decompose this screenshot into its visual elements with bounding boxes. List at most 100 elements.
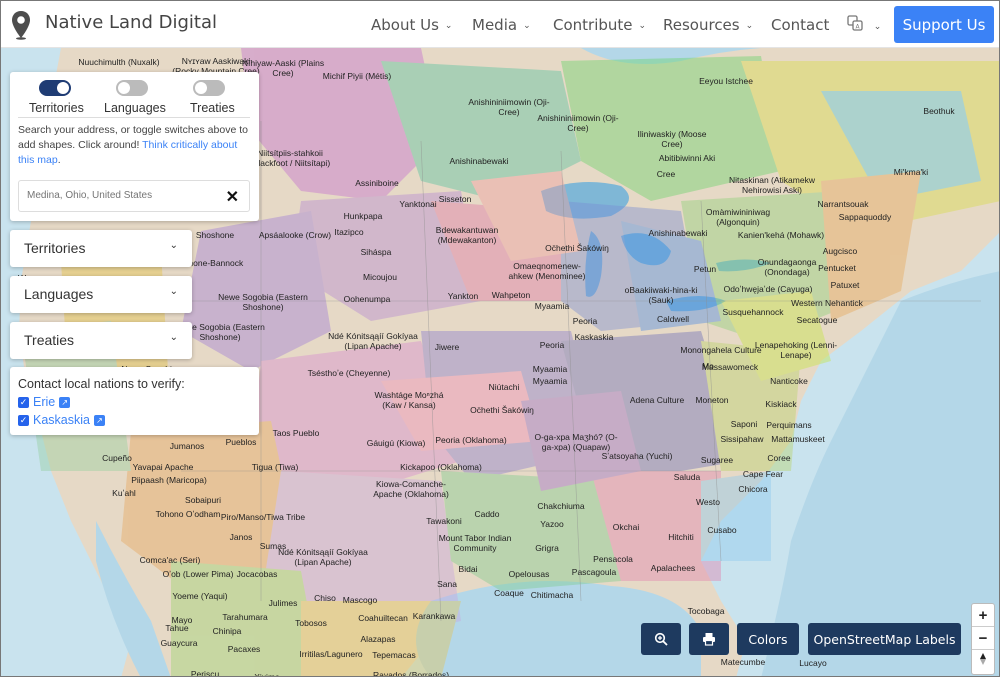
external-link-icon[interactable]: ↗ xyxy=(93,414,105,426)
territory-label[interactable]: Yoeme (Yaqui) xyxy=(172,591,227,601)
territory-label[interactable]: Jiwere xyxy=(435,342,460,352)
territory-label[interactable]: Tepemacas xyxy=(372,650,415,660)
checkbox[interactable]: ✓ xyxy=(18,414,29,426)
nav-about-us[interactable]: About Us ⌄ xyxy=(371,16,452,34)
territory-label[interactable]: Tocobaga xyxy=(688,606,725,616)
territory-label[interactable]: Iliniwaskiy (Moose Cree) xyxy=(627,129,717,149)
territory-label[interactable]: Ndé Kónitsąąíí Gokíyaa (Lipan Apache) xyxy=(328,331,418,351)
territory-label[interactable]: Kanien'kehá (Mohawk) xyxy=(738,230,824,240)
territory-label[interactable]: Westo xyxy=(696,497,720,507)
territory-label[interactable]: Grigra xyxy=(535,543,559,553)
territory-label[interactable]: Pascagoula xyxy=(572,567,616,577)
territory-label[interactable]: Lenapehoking (Lenni-Lenape) xyxy=(751,340,841,360)
territory-label[interactable]: Yavapai Apache xyxy=(133,462,194,472)
territory-label[interactable]: Guaycura xyxy=(161,638,198,648)
territory-label[interactable]: Yankton xyxy=(448,291,479,301)
territory-label[interactable]: Cupeño xyxy=(102,453,132,463)
territory-label[interactable]: Chitimacha xyxy=(531,590,574,600)
address-search-input[interactable] xyxy=(27,190,217,201)
territory-label[interactable]: Pentucket xyxy=(818,263,856,273)
territory-label[interactable]: Saluda xyxy=(674,472,700,482)
territory-label[interactable]: Chiso xyxy=(314,593,336,603)
territory-label[interactable]: Cape Fear xyxy=(743,469,783,479)
zoom-out-button[interactable]: − xyxy=(972,627,994,650)
territory-label[interactable]: Alazapas xyxy=(361,634,396,644)
support-us-button[interactable]: Support Us xyxy=(894,6,994,43)
nation-link[interactable]: Erie xyxy=(33,395,55,409)
territory-label[interactable]: Adena Culture xyxy=(630,395,684,405)
territory-label[interactable]: Kiskiack xyxy=(765,399,796,409)
nation-item-erie[interactable]: ✓ Erie ↗ xyxy=(18,395,71,409)
territory-label[interactable]: Mascogo xyxy=(343,595,378,605)
territory-label[interactable]: Anishinabewaki xyxy=(648,228,707,238)
nav-contact[interactable]: Contact xyxy=(771,16,829,34)
territory-label[interactable]: Bidai xyxy=(459,564,478,574)
checkbox[interactable]: ✓ xyxy=(18,396,29,408)
zoom-in-button[interactable]: + xyxy=(972,604,994,627)
territory-label[interactable]: Myaamia xyxy=(533,364,567,374)
territory-label[interactable]: Newe Sogobia (Eastern Shoshone) xyxy=(218,292,308,312)
territory-label[interactable]: Massawomeck xyxy=(702,362,758,372)
territory-label[interactable]: Perquimans xyxy=(766,420,811,430)
territory-label[interactable]: Periscu xyxy=(191,669,219,676)
translate-icon[interactable]: A ⌄ xyxy=(847,15,881,35)
brand-title[interactable]: Native Land Digital xyxy=(45,12,217,33)
territory-label[interactable]: Gáuigú (Kiowa) xyxy=(367,438,426,448)
territory-label[interactable]: Micoujou xyxy=(363,272,397,282)
territory-label[interactable]: Irritilas/Lagunero xyxy=(299,649,362,659)
territory-label[interactable]: Sissipahaw xyxy=(721,434,764,444)
territory-label[interactable]: Matecumbe xyxy=(721,657,765,667)
territory-label[interactable]: Lucayo xyxy=(799,658,826,668)
territory-label[interactable]: Opelousas xyxy=(509,569,550,579)
territory-label[interactable]: Pensacola xyxy=(593,554,633,564)
territory-label[interactable]: Saponi xyxy=(731,419,757,429)
territory-label[interactable]: Sisseton xyxy=(439,194,472,204)
territory-label[interactable]: Piipaash (Maricopa) xyxy=(131,475,207,485)
territory-label[interactable]: Xixime xyxy=(254,672,280,676)
territory-label[interactable]: Abitibiwinni Aki xyxy=(659,153,715,163)
territory-label[interactable]: Nanticoke xyxy=(770,376,808,386)
territory-label[interactable]: Kaskaskia xyxy=(575,332,614,342)
territory-label[interactable]: Janos xyxy=(230,532,253,542)
nav-contribute[interactable]: Contribute ⌄ xyxy=(553,16,646,34)
nav-resources[interactable]: Resources ⌄ xyxy=(663,16,753,34)
colors-button[interactable]: Colors xyxy=(737,623,799,655)
territory-label[interactable]: Tsésthoʼe (Cheyenne) xyxy=(308,368,391,378)
territory-label[interactable]: Shoshone xyxy=(196,230,234,240)
territory-label[interactable]: Oc̈hethi Šakówiŋ xyxy=(470,405,534,415)
external-link-icon[interactable]: ↗ xyxy=(59,396,71,408)
territory-label[interactable]: Chicora xyxy=(738,484,767,494)
territory-label[interactable]: Mount Tabor Indian Community xyxy=(430,533,520,553)
territory-label[interactable]: Sappaquoddy xyxy=(839,212,891,222)
territory-label[interactable]: Mi'kma'ki xyxy=(894,167,928,177)
territory-label[interactable]: Tarahumara xyxy=(222,612,267,622)
territory-label[interactable]: Peoria xyxy=(573,316,598,326)
territory-label[interactable]: Chinipa xyxy=(213,626,242,636)
territory-label[interactable]: Pacaxes xyxy=(228,644,261,654)
map-pin-icon[interactable] xyxy=(11,10,31,45)
territory-label[interactable]: Nitaskinan (Atikamekw Nehirowisi Aski) xyxy=(727,175,817,195)
print-icon[interactable] xyxy=(689,623,729,655)
territory-label[interactable]: Beothuk xyxy=(923,106,954,116)
territory-label[interactable]: oBaakiiwaki-hina-ki (Sauk) xyxy=(616,285,706,305)
territory-label[interactable]: Tigua (Tiwa) xyxy=(252,462,299,472)
territory-label[interactable]: Peoria (Oklahoma) xyxy=(435,435,506,445)
territory-label[interactable]: Susquehannock xyxy=(723,307,784,317)
treaties-dropdown[interactable]: Treaties ⌄ xyxy=(10,322,192,359)
languages-dropdown[interactable]: Languages ⌄ xyxy=(10,276,192,313)
territory-label[interactable]: Eeyou Istchee xyxy=(699,76,753,86)
territory-label[interactable]: Pueblos xyxy=(226,437,257,447)
territory-label[interactable]: Assiniboine xyxy=(355,178,398,188)
territory-label[interactable]: Myaamia xyxy=(535,301,569,311)
territory-label[interactable]: Yanktonai xyxy=(399,199,436,209)
territory-label[interactable]: Coaque xyxy=(494,588,524,598)
territory-label[interactable]: Tawakoni xyxy=(426,516,461,526)
territory-label[interactable]: Washtáge Moⁿzhá (Kaw / Kansa) xyxy=(364,390,454,410)
territory-label[interactable]: Hunkpapa xyxy=(344,211,383,221)
territory-label[interactable]: Omaeqnomenew-ahkew (Menominee) xyxy=(502,261,592,281)
territory-label[interactable]: Piro/Manso/Tiwa Tribe xyxy=(221,512,305,522)
address-search[interactable]: ✕ xyxy=(18,180,250,212)
territory-label[interactable]: Tahue xyxy=(165,623,188,633)
languages-toggle[interactable] xyxy=(116,80,148,96)
territory-label[interactable]: Apalachees xyxy=(651,563,695,573)
